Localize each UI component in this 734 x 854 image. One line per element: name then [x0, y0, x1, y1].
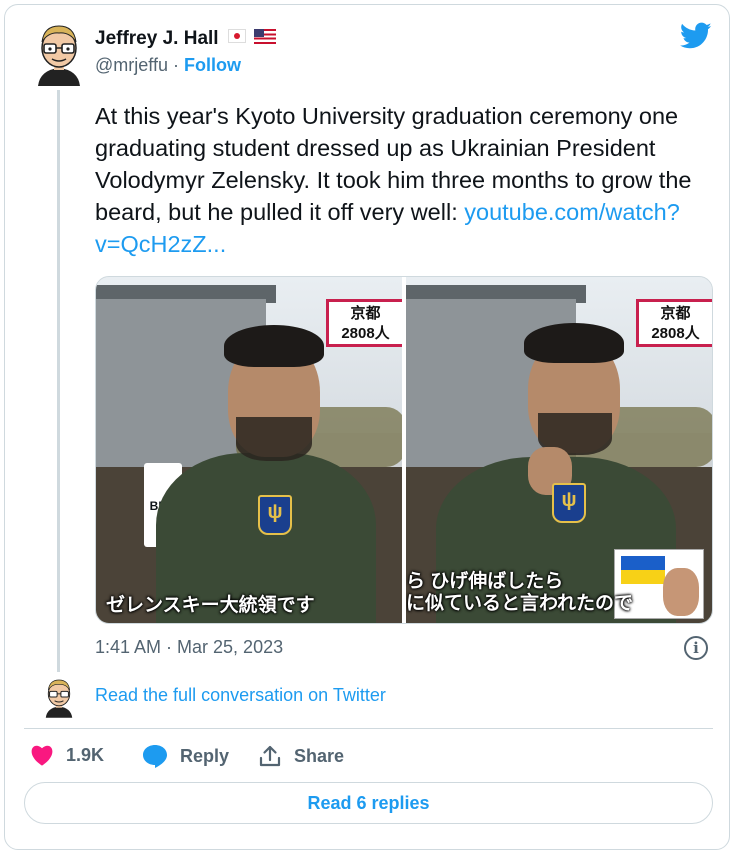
info-icon[interactable]: i	[684, 636, 708, 660]
location-tag: 京都 2808人	[326, 299, 402, 347]
thread-line	[57, 90, 60, 672]
author-flags	[228, 29, 276, 44]
subtitle-caption: ら ひげ伸ばしたら に似ていると言われたので	[406, 571, 634, 614]
like-button[interactable]: 1.9K	[30, 744, 104, 766]
divider	[24, 728, 713, 729]
person-hair	[524, 323, 624, 363]
us-flag-icon	[254, 29, 276, 44]
zelensky-face	[663, 568, 699, 616]
media-photo-1[interactable]: BBQ 京都 2808人 ゼレンスキー大統領です	[96, 277, 402, 623]
reply-label: Reply	[180, 745, 230, 766]
follow-button[interactable]: Follow	[184, 55, 241, 75]
person-hair	[224, 325, 324, 367]
tweet-text: At this year's Kyoto University graduati…	[95, 100, 713, 260]
author-handle[interactable]: @mrjeffu	[95, 55, 168, 75]
media-photo-2[interactable]: 京都 2808人 ら ひげ伸ばしたら に似ていると言われたので	[406, 277, 712, 623]
like-count: 1.9K	[66, 744, 105, 765]
reply-bubble-icon	[143, 745, 167, 768]
heart-icon	[31, 745, 53, 766]
twitter-bird-icon[interactable]	[680, 22, 712, 50]
author-avatar[interactable]	[32, 20, 86, 86]
location-tag: 京都 2808人	[636, 299, 712, 347]
read-replies-button[interactable]: Read 6 replies	[24, 782, 713, 824]
author-name[interactable]: Jeffrey J. Hall	[95, 28, 219, 50]
read-conversation-link[interactable]: Read the full conversation on Twitter	[95, 685, 386, 706]
share-button[interactable]: Share	[258, 744, 344, 768]
trident-badge	[258, 495, 292, 535]
tweet-media[interactable]: BBQ 京都 2808人 ゼレンスキー大統領です 京都 2808人	[95, 276, 713, 624]
trident-badge	[552, 483, 586, 523]
person-beard	[236, 417, 312, 461]
share-label: Share	[294, 745, 345, 766]
reply-button[interactable]: Reply	[142, 744, 229, 768]
handle-row: @mrjeffu · Follow	[95, 55, 241, 76]
subtitle-caption: ゼレンスキー大統領です	[106, 595, 315, 616]
share-icon	[259, 745, 281, 767]
jp-flag-icon	[228, 29, 246, 43]
tweet-timestamp[interactable]: 1:41 AM · Mar 25, 2023	[95, 637, 283, 658]
conversation-avatar[interactable]	[42, 676, 76, 718]
handle-separator: ·	[172, 55, 179, 75]
